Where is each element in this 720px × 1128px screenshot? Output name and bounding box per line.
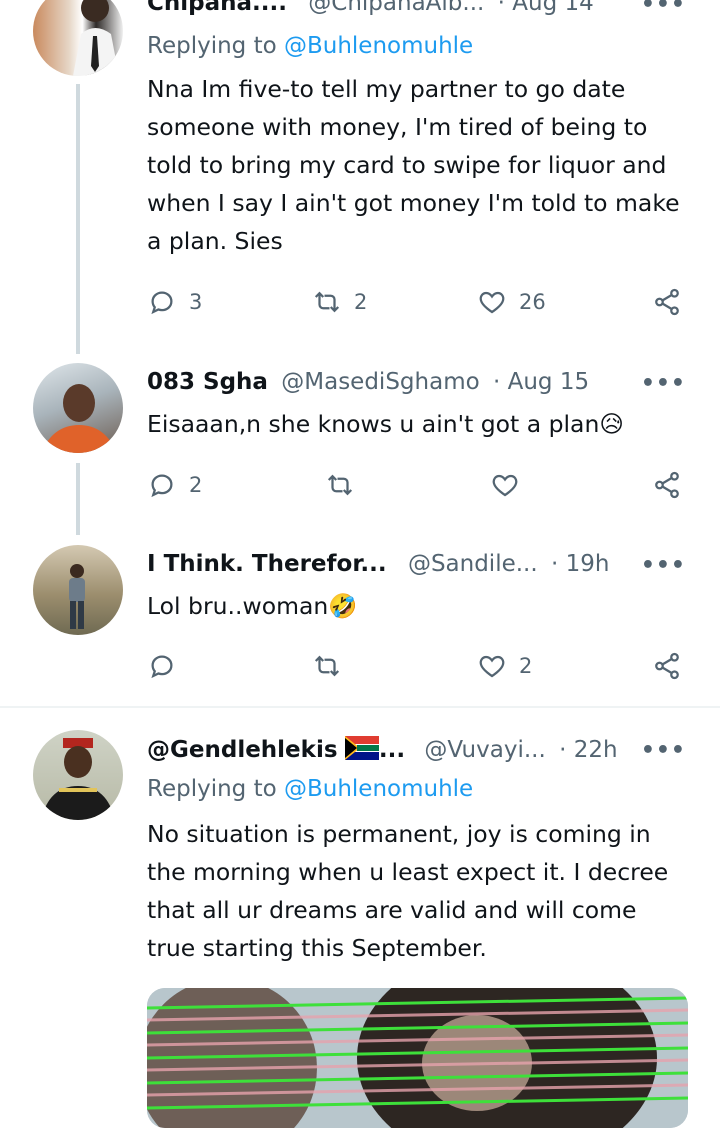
share-icon [655,288,679,316]
more-options-icon[interactable]: ••• [641,371,686,396]
tweet-header: I Think. Therefor... @Sandile... · 19h [147,551,720,577]
like-count: 2 [519,654,533,678]
avatar[interactable] [33,0,123,76]
like-count: 26 [519,290,546,314]
separator-dot: · [497,0,505,16]
replying-to-handle[interactable]: @Buhlenomuhle [284,776,473,802]
retweet-icon [314,291,340,313]
reply-count: 2 [189,473,203,497]
separator-dot: · [559,737,567,763]
tweet-text: Nna Im five-to tell my partner to go dat… [147,75,680,255]
reply-icon [151,291,173,315]
replying-to-label: Replying to [147,776,277,802]
replying-to: Replying to @Buhlenomuhle [147,33,473,59]
tweet-1[interactable]: Chipana.... @ChipanaAib... · Aug 14 ••• … [0,0,720,354]
share-button[interactable] [652,468,682,502]
action-bar: 3 2 26 [147,285,692,319]
display-name-ellipsis: ... [378,737,406,763]
action-bar: 2 [147,649,692,683]
avatar[interactable] [33,730,123,820]
separator-dot: · [550,551,559,577]
tweet-text: Lol bru..woman🤣 [147,587,692,625]
separator-dot: · [493,369,501,395]
laughing-emoji: 🤣 [328,592,358,620]
heart-icon [479,655,505,678]
user-handle[interactable]: @Vuvayi... [424,737,545,763]
share-icon [655,652,679,680]
more-options-icon[interactable]: ••• [641,738,686,763]
user-handle[interactable]: @ChipanaAib... [308,0,484,16]
thread-line [76,84,80,354]
retweet-icon [327,474,353,496]
tweet-3[interactable]: I Think. Therefor... @Sandile... · 19h •… [0,525,720,705]
share-button[interactable] [652,285,682,319]
timestamp[interactable]: 19h [566,551,610,577]
timestamp[interactable]: Aug 15 [508,369,590,395]
tweet-text-content: Eisaaan,n she knows u ain't got a plan [147,410,600,438]
retweet-button[interactable] [325,468,355,502]
avatar[interactable] [33,545,123,635]
tweet-header: 083 Sgha @MasediSghamo · Aug 15 [147,369,720,395]
reply-icon [151,655,173,679]
tweet-2[interactable]: 083 Sgha @MasediSghamo · Aug 15 ••• Eisa… [0,345,720,535]
display-name[interactable]: 083 Sgha [147,369,268,395]
retweet-button[interactable] [312,649,342,683]
display-name[interactable]: I Think. Therefor... [147,551,387,577]
heart-icon [479,291,505,314]
retweet-icon [314,655,340,677]
sad-relieved-emoji: 😥 [599,410,624,438]
reply-icon [151,474,173,498]
like-button[interactable]: 26 [477,285,546,319]
like-button[interactable] [490,468,520,502]
more-options-icon[interactable]: ••• [641,0,686,17]
tweet-text: No situation is permanent, joy is coming… [147,820,669,962]
display-name[interactable]: Chipana.... [147,0,287,16]
display-name[interactable]: @Gendlehlekis [147,737,338,763]
like-button[interactable]: 2 [477,649,532,683]
avatar[interactable] [33,363,123,453]
tweet-header: Chipana.... @ChipanaAib... · Aug 14 [147,0,720,16]
heart-icon [492,474,518,497]
retweet-button[interactable]: 2 [312,285,367,319]
replying-to-label: Replying to [147,33,277,59]
reply-count: 3 [189,290,203,314]
share-button[interactable] [652,649,682,683]
action-bar: 2 [147,468,692,502]
south-africa-flag-icon [344,736,379,766]
user-handle[interactable]: @MasediSghamo [281,369,479,395]
timestamp[interactable]: 22h [574,737,618,763]
more-options-icon[interactable]: ••• [641,553,686,578]
replying-to: Replying to @Buhlenomuhle [147,776,473,802]
tweet-text-content: Lol bru..woman [147,592,329,620]
timestamp[interactable]: Aug 14 [512,0,594,16]
tweet-text: Eisaaan,n she knows u ain't got a plan😥 [147,405,692,443]
reply-button[interactable]: 3 [147,285,202,319]
reply-button[interactable]: 2 [147,468,202,502]
user-handle[interactable]: @Sandile... [408,551,538,577]
share-icon [655,471,679,499]
replying-to-handle[interactable]: @Buhlenomuhle [284,33,473,59]
reply-button[interactable] [147,649,177,683]
tweet-media-image[interactable] [147,988,688,1128]
tweet-header: @Gendlehlekis ... @Vuvayi... · 22h [147,736,720,766]
retweet-count: 2 [354,290,368,314]
